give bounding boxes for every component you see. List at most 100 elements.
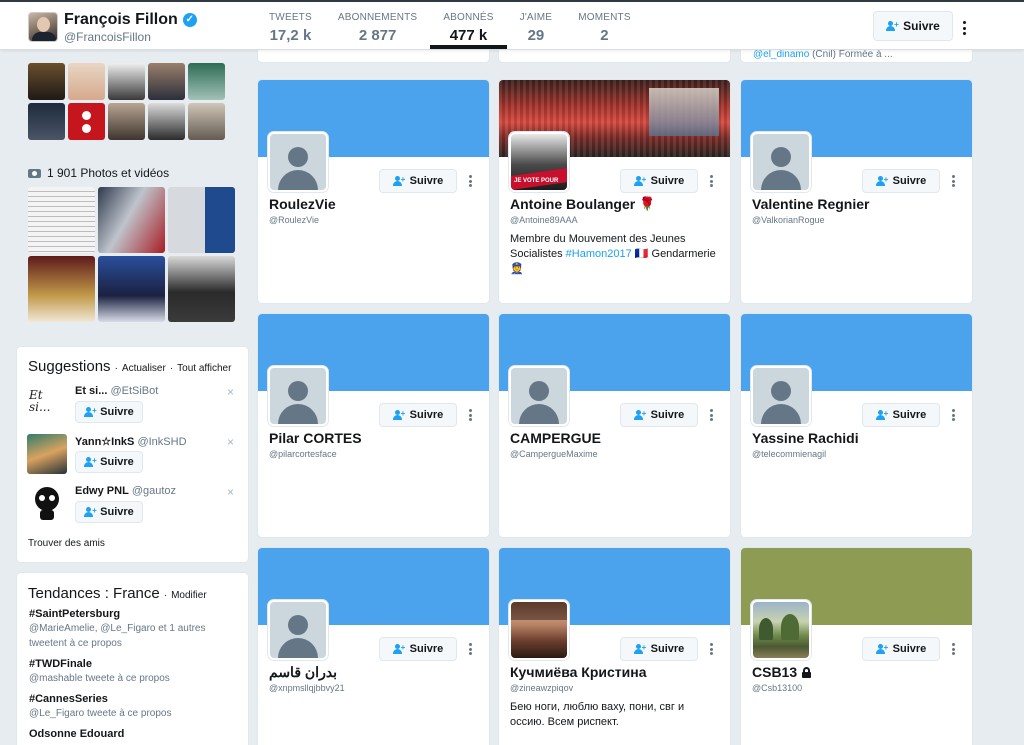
modify-link[interactable]: Modifier: [171, 590, 207, 601]
mosaic-avatar[interactable]: [188, 63, 225, 100]
user-handle[interactable]: @zineawzpiqov: [510, 683, 573, 693]
tab-following[interactable]: ABONNEMENTS 2 877: [325, 0, 430, 50]
media-thumbnail[interactable]: [28, 256, 95, 322]
photos-videos-link[interactable]: 1 901 Photos et vidéos: [28, 166, 169, 180]
user-name[interactable]: Pilar CORTES: [269, 430, 362, 446]
profile-handle[interactable]: @FrancoisFillon: [64, 30, 151, 44]
profile-avatar[interactable]: [28, 12, 58, 42]
follow-button[interactable]: + Suivre: [862, 637, 940, 661]
default-avatar-icon[interactable]: [268, 366, 328, 426]
suggestion-name[interactable]: Et si... @EtSiBot: [75, 385, 158, 397]
follow-button[interactable]: + Suivre: [379, 169, 457, 193]
mosaic-avatar[interactable]: [108, 63, 145, 100]
media-thumbnail[interactable]: [98, 256, 165, 322]
more-options-icon[interactable]: [947, 174, 959, 188]
suggestion-avatar[interactable]: [27, 434, 67, 474]
mosaic-avatar[interactable]: [28, 63, 65, 100]
user-handle[interactable]: @ValkorianRogue: [752, 215, 825, 225]
peek-handle[interactable]: @el_dinamo: [753, 50, 809, 60]
trend-item[interactable]: #TWDFinale @mashable tweete à ce propos: [29, 658, 244, 686]
user-name[interactable]: بدران قاسم: [269, 664, 337, 681]
user-handle[interactable]: @telecommienagil: [752, 449, 826, 459]
user-card[interactable]: + Suivre CSB13 @Csb13100: [740, 547, 973, 745]
user-name[interactable]: Yassine Rachidi: [752, 430, 859, 446]
mosaic-avatar[interactable]: [68, 103, 105, 140]
user-name[interactable]: CAMPERGUE: [510, 430, 601, 446]
follow-button[interactable]: + Suivre: [862, 169, 940, 193]
user-handle[interactable]: @xnpmsllqjbbvy21: [269, 683, 345, 693]
user-name[interactable]: Valentine Regnier: [752, 196, 869, 212]
more-options-icon[interactable]: [947, 642, 959, 656]
user-handle[interactable]: @pilarcortesface: [269, 449, 337, 459]
follow-button[interactable]: + Suivre: [75, 451, 143, 473]
refresh-link[interactable]: Actualiser: [122, 363, 166, 374]
default-avatar-icon[interactable]: [268, 600, 328, 660]
suggestion-name[interactable]: Yann☆InkS @InkSHD: [75, 435, 187, 448]
suggestion-avatar[interactable]: Et si...: [27, 384, 67, 424]
mosaic-avatar[interactable]: [148, 103, 185, 140]
more-options-icon[interactable]: [705, 642, 717, 656]
close-icon[interactable]: ×: [227, 385, 234, 399]
bio-hashtag-link[interactable]: #Hamon2017: [566, 248, 632, 260]
user-avatar[interactable]: [509, 600, 569, 660]
user-card[interactable]: + Suivre Pilar CORTES @pilarcortesface: [257, 313, 490, 538]
suggestion-name[interactable]: Edwy PNL @gautoz: [75, 485, 176, 497]
user-card[interactable]: + Suivre بدران قاسم @xnpmsllqjbbvy21: [257, 547, 490, 745]
follow-button[interactable]: + Suivre: [620, 169, 698, 193]
follow-button[interactable]: + Suivre: [75, 501, 143, 523]
tab-tweets[interactable]: TWEETS 17,2 k: [256, 0, 325, 50]
user-card[interactable]: + Suivre CAMPERGUE @CampergueMaxime: [498, 313, 731, 538]
media-thumbnail[interactable]: [28, 187, 95, 253]
user-name[interactable]: Antoine Boulanger 🌹: [510, 196, 655, 212]
more-options-icon[interactable]: [464, 642, 476, 656]
mosaic-avatar[interactable]: [108, 103, 145, 140]
mosaic-avatar[interactable]: [68, 63, 105, 100]
more-options-icon[interactable]: [705, 174, 717, 188]
user-avatar[interactable]: [751, 600, 811, 660]
media-thumbnail[interactable]: [168, 187, 235, 253]
trend-item[interactable]: #CannesSeries @Le_Figaro tweete à ce pro…: [29, 693, 244, 721]
follow-profile-button[interactable]: + Suivre: [873, 11, 953, 41]
user-card[interactable]: + Suivre Кучмиёва Кристина @zineawzpiqov …: [498, 547, 731, 745]
more-options-icon[interactable]: [947, 408, 959, 422]
follow-button[interactable]: + Suivre: [862, 403, 940, 427]
user-name[interactable]: RoulezVie: [269, 196, 336, 212]
user-avatar[interactable]: JE VOTE POUR: [509, 132, 569, 192]
close-icon[interactable]: ×: [227, 485, 234, 499]
trend-item[interactable]: Odsonne Edouard: [29, 728, 244, 740]
default-avatar-icon[interactable]: [751, 366, 811, 426]
user-handle[interactable]: @RoulezVie: [269, 215, 319, 225]
trend-item[interactable]: #SaintPetersburg @MarieAmelie, @Le_Figar…: [29, 608, 244, 651]
tab-moments[interactable]: MOMENTS 2: [565, 0, 644, 50]
mosaic-avatar[interactable]: [28, 103, 65, 140]
user-name[interactable]: Кучмиёва Кристина: [510, 664, 647, 680]
more-options-icon[interactable]: [705, 408, 717, 422]
user-card[interactable]: + Suivre RoulezVie @RoulezVie: [257, 79, 490, 304]
default-avatar-icon[interactable]: [509, 366, 569, 426]
find-friends-link[interactable]: Trouver des amis: [28, 538, 105, 549]
more-options-icon[interactable]: [464, 174, 476, 188]
follow-button[interactable]: + Suivre: [379, 637, 457, 661]
profile-name[interactable]: François Fillon ✓: [64, 11, 197, 29]
follow-button[interactable]: + Suivre: [75, 401, 143, 423]
user-handle[interactable]: @CampergueMaxime: [510, 449, 598, 459]
user-card[interactable]: + Suivre Yassine Rachidi @telecommienagil: [740, 313, 973, 538]
media-thumbnail[interactable]: [168, 256, 235, 322]
default-avatar-icon[interactable]: [268, 132, 328, 192]
user-handle[interactable]: @Csb13100: [752, 683, 802, 693]
mosaic-avatar[interactable]: [188, 103, 225, 140]
user-card[interactable]: + Suivre Valentine Regnier @ValkorianRogu…: [740, 79, 973, 304]
mosaic-avatar[interactable]: [148, 63, 185, 100]
user-card[interactable]: JE VOTE POUR + Suivre Antoine Boulanger 🌹 …: [498, 79, 731, 304]
tab-likes[interactable]: J'AIME 29: [507, 0, 566, 50]
follow-button[interactable]: + Suivre: [620, 637, 698, 661]
more-options-icon[interactable]: [958, 20, 970, 36]
tab-followers[interactable]: ABONNÉS 477 k: [430, 0, 507, 50]
more-options-icon[interactable]: [464, 408, 476, 422]
default-avatar-icon[interactable]: [751, 132, 811, 192]
show-all-link[interactable]: Tout afficher: [177, 363, 231, 374]
media-thumbnail[interactable]: [98, 187, 165, 253]
skull-avatar-icon[interactable]: [27, 484, 67, 524]
user-name[interactable]: CSB13: [752, 664, 812, 680]
close-icon[interactable]: ×: [227, 435, 234, 449]
